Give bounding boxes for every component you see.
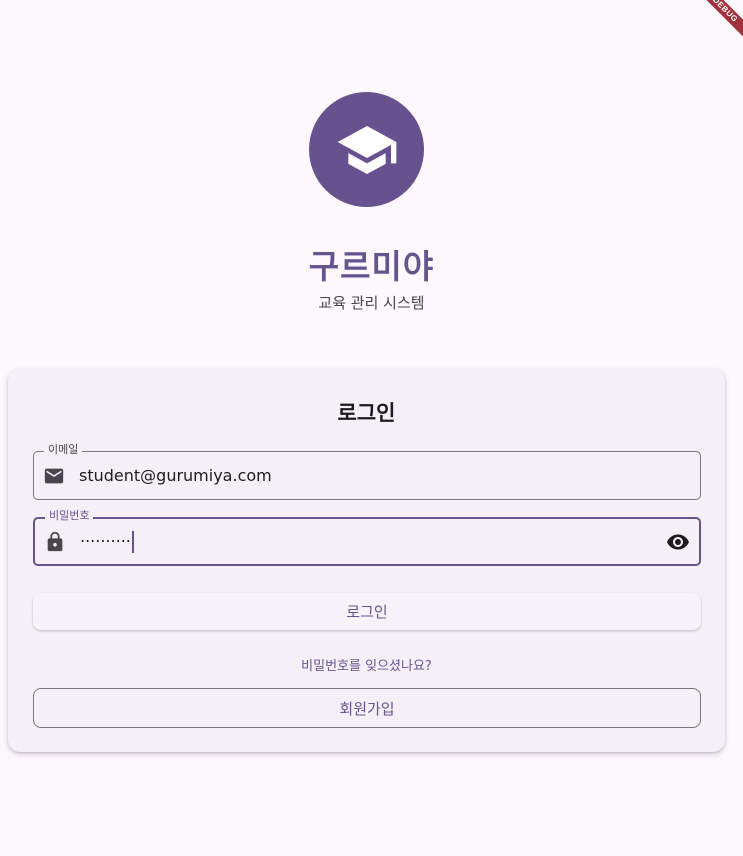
signup-button[interactable]: 회원가입 bbox=[33, 688, 701, 728]
app-subtitle: 교육 관리 시스템 bbox=[318, 294, 425, 312]
forgot-password-link[interactable]: 비밀번호를 잊으셨나요? bbox=[8, 655, 725, 674]
password-field[interactable]: 비밀번호 ·········· bbox=[33, 509, 701, 566]
email-field-label: 이메일 bbox=[44, 443, 83, 457]
login-card: 로그인 이메일 student@gurumiya.com 비밀번호 ······… bbox=[8, 369, 725, 752]
email-icon bbox=[43, 465, 65, 487]
app-logo bbox=[309, 92, 424, 207]
text-cursor bbox=[131, 530, 134, 553]
login-button[interactable]: 로그인 bbox=[33, 593, 701, 630]
debug-banner-label: DEBUG bbox=[692, 0, 743, 43]
email-input[interactable]: student@gurumiya.com bbox=[79, 466, 272, 485]
app-title: 구르미야 bbox=[308, 247, 435, 286]
password-input[interactable]: ·········· bbox=[80, 530, 134, 553]
email-field[interactable]: 이메일 student@gurumiya.com bbox=[33, 443, 701, 500]
visibility-eye-icon[interactable] bbox=[665, 529, 691, 555]
password-field-label: 비밀번호 bbox=[45, 509, 94, 523]
login-card-title: 로그인 bbox=[337, 401, 396, 425]
debug-banner: DEBUG bbox=[683, 0, 743, 60]
graduation-cap-icon bbox=[337, 125, 396, 174]
login-screen: DEBUG 구르미야 교육 관리 시스템 로그인 이메일 student@gur… bbox=[0, 0, 743, 856]
lock-icon bbox=[44, 531, 66, 553]
password-masked-value: ·········· bbox=[80, 531, 131, 550]
